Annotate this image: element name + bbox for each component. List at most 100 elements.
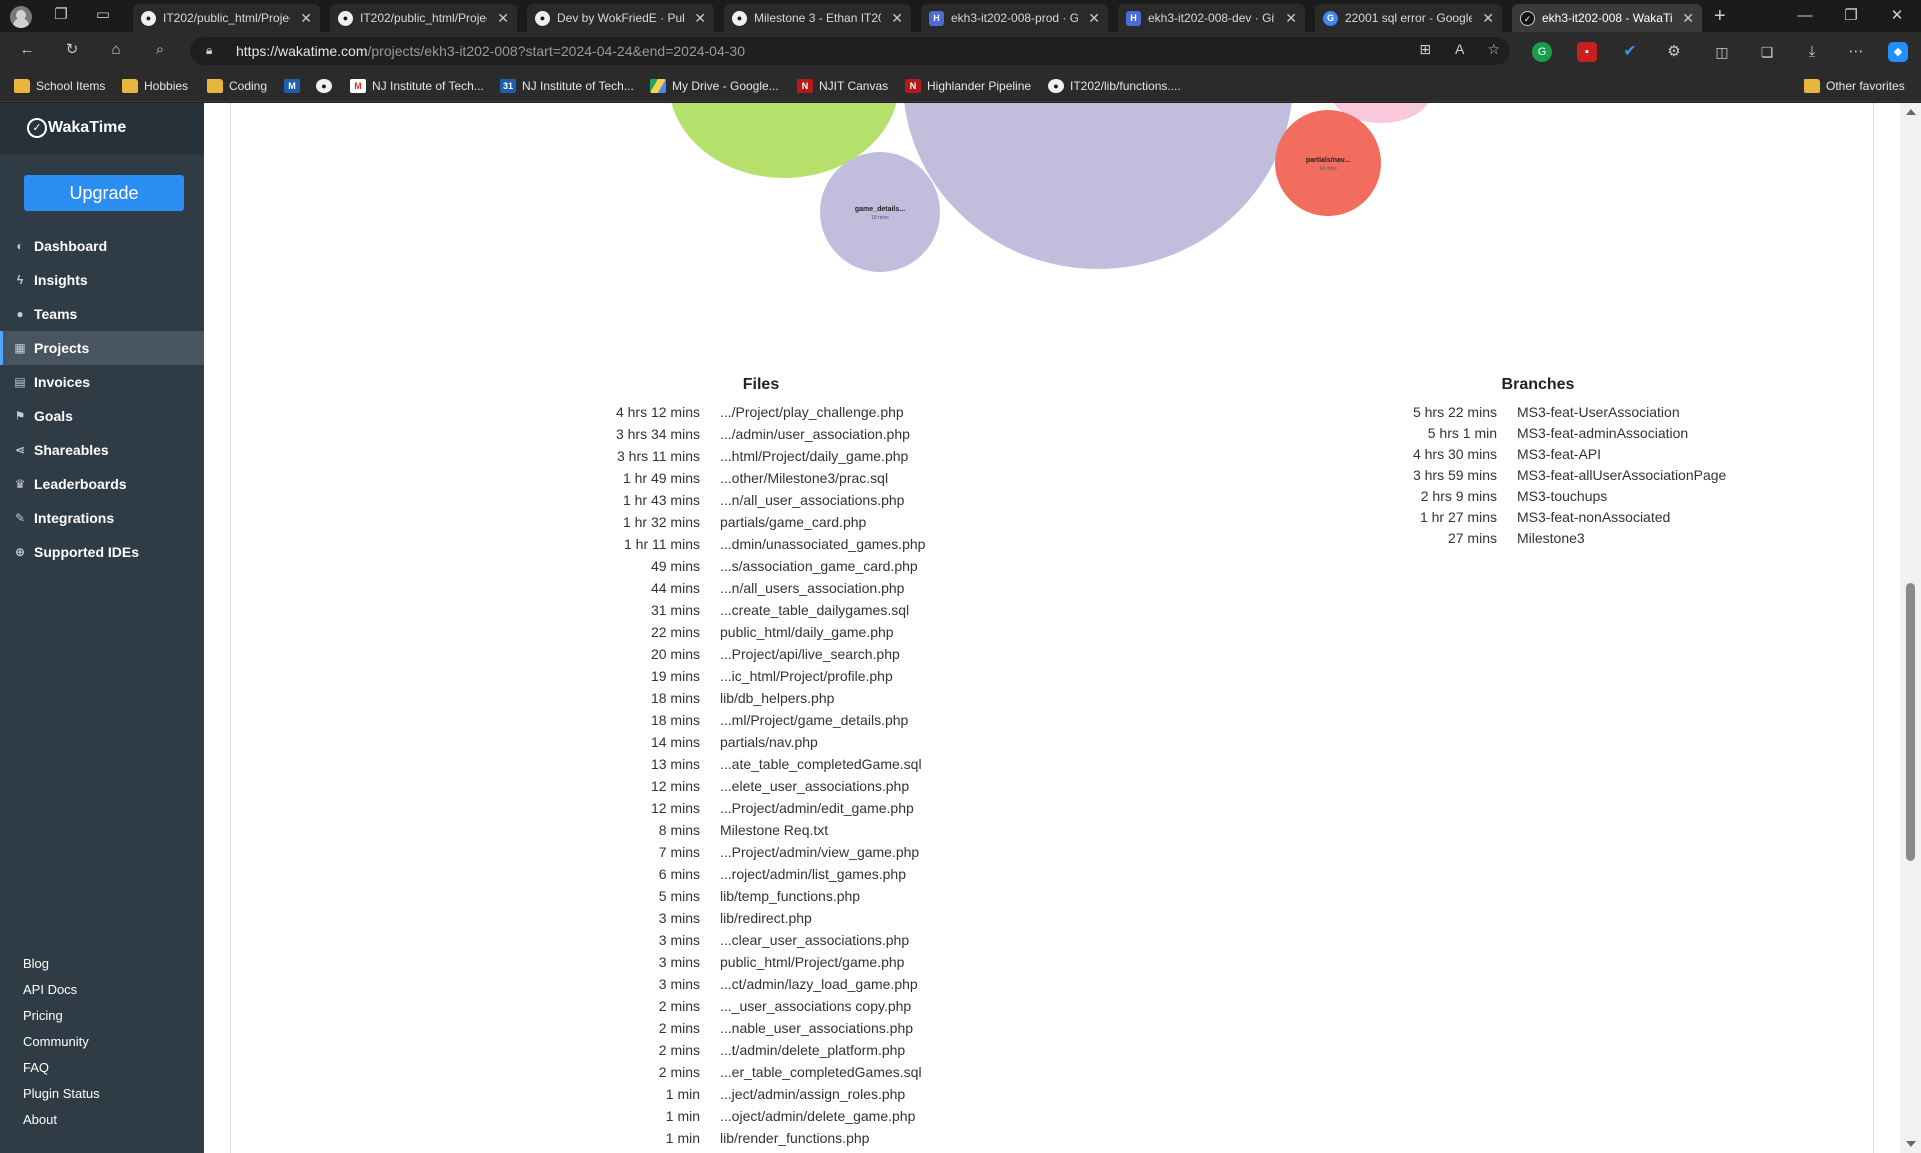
checkmark-extension-icon[interactable]: ✔: [1620, 42, 1640, 62]
scroll-down-icon[interactable]: [1906, 1141, 1916, 1147]
file-row-name[interactable]: public_html/Project/game.php: [720, 954, 904, 970]
file-row-name[interactable]: ...ate_table_completedGame.sql: [720, 756, 922, 772]
file-row-name[interactable]: ...nable_user_associations.php: [720, 1020, 913, 1036]
bookmark-school-items[interactable]: School Items: [14, 70, 105, 102]
sidebar-item-shareables[interactable]: ⋖ Shareables: [0, 433, 204, 467]
downloads-icon[interactable]: ⤓: [1802, 42, 1822, 62]
file-row-name[interactable]: ...oject/admin/delete_game.php: [720, 1108, 915, 1124]
file-row-name[interactable]: ...ml/Project/game_details.php: [720, 712, 908, 728]
file-row-name[interactable]: public_html/daily_game.php: [720, 624, 894, 640]
copilot-icon[interactable]: ◆: [1888, 42, 1908, 62]
file-row-name[interactable]: ...ject/admin/assign_roles.php: [720, 1086, 905, 1102]
footer-link-about[interactable]: About: [23, 1107, 100, 1133]
branch-row-name[interactable]: MS3-feat-API: [1517, 446, 1601, 462]
file-row-name[interactable]: Milestone Req.txt: [720, 822, 828, 838]
file-row-name[interactable]: ...dmin/unassociated_games.php: [720, 536, 925, 552]
file-row-name[interactable]: lib/redirect.php: [720, 910, 812, 926]
sidebar-item-dashboard[interactable]: ◐ Dashboard: [0, 229, 204, 263]
scrollbar-thumb[interactable]: [1906, 583, 1915, 861]
restore-icon[interactable]: ❐: [1836, 4, 1866, 28]
minimize-icon[interactable]: —: [1790, 4, 1820, 28]
grammarly-icon[interactable]: G: [1532, 42, 1552, 62]
branch-row-name[interactable]: MS3-feat-allUserAssociationPage: [1517, 467, 1726, 483]
footer-link-faq[interactable]: FAQ: [23, 1055, 100, 1081]
file-row-name[interactable]: ...t/admin/delete_platform.php: [720, 1042, 905, 1058]
favorite-star-icon[interactable]: ☆: [1487, 41, 1500, 57]
file-bubble-game-details[interactable]: game_details... 18 mins: [820, 152, 940, 272]
footer-link-api-docs[interactable]: API Docs: [23, 977, 100, 1003]
sidebar-item-goals[interactable]: ⚑ Goals: [0, 399, 204, 433]
split-screen-icon[interactable]: ◫: [1712, 42, 1732, 62]
sidebar-item-integrations[interactable]: ✎ Integrations: [0, 501, 204, 535]
tab-8-active[interactable]: ✓ ekh3-it202-008 - WakaTi ✕: [1512, 4, 1702, 32]
file-row-name[interactable]: ...other/Milestone3/prac.sql: [720, 470, 888, 486]
close-tab-icon[interactable]: ✕: [891, 4, 903, 32]
close-tab-icon[interactable]: ✕: [694, 4, 706, 32]
bookmark-njit-calendar[interactable]: 31 NJ Institute of Tech...: [500, 70, 634, 102]
branch-row-name[interactable]: Milestone3: [1517, 530, 1585, 546]
vertical-scrollbar[interactable]: [1900, 103, 1921, 1153]
file-row-name[interactable]: .../Project/play_challenge.php: [720, 404, 904, 420]
file-row-name[interactable]: ..._user_associations copy.php: [720, 998, 911, 1014]
file-row-name[interactable]: ...er_table_completedGames.sql: [720, 1064, 922, 1080]
close-tab-icon[interactable]: ✕: [1682, 4, 1694, 32]
file-bubble-partials-nav[interactable]: partials/nav... 14 mins: [1275, 110, 1381, 216]
sidebar-item-insights[interactable]: ϟ Insights: [0, 263, 204, 297]
file-row-name[interactable]: .../admin/user_association.php: [720, 426, 910, 442]
close-tab-icon[interactable]: ✕: [300, 4, 312, 32]
file-row-name[interactable]: ...n/all_users_association.php: [720, 580, 904, 596]
sidebar-item-teams[interactable]: ● Teams: [0, 297, 204, 331]
bookmark-other-favorites[interactable]: Other favorites: [1804, 70, 1905, 102]
new-tab-icon[interactable]: +: [1714, 4, 1726, 28]
tab-5[interactable]: H ekh3-it202-008-prod · G ✕: [921, 4, 1108, 32]
footer-link-community[interactable]: Community: [23, 1029, 100, 1055]
bookmark-coding[interactable]: Coding: [207, 70, 267, 102]
profile-avatar-icon[interactable]: [10, 6, 32, 28]
file-row-name[interactable]: ...create_table_dailygames.sql: [720, 602, 909, 618]
file-row-name[interactable]: lib/db_helpers.php: [720, 690, 834, 706]
file-row-name[interactable]: ...s/association_game_card.php: [720, 558, 918, 574]
close-tab-icon[interactable]: ✕: [1285, 4, 1297, 32]
bookmark-github[interactable]: ●: [316, 70, 338, 102]
file-row-name[interactable]: lib/temp_functions.php: [720, 888, 860, 904]
workspaces-icon[interactable]: ❐: [50, 5, 72, 27]
tab-3[interactable]: ● Dev by WokFriedE · Pull R ✕: [527, 4, 714, 32]
extensions-icon[interactable]: ⚙: [1664, 42, 1684, 62]
upgrade-button[interactable]: Upgrade: [24, 175, 184, 211]
branch-row-name[interactable]: MS3-feat-UserAssociation: [1517, 404, 1680, 420]
file-row-name[interactable]: ...Project/admin/edit_game.php: [720, 800, 914, 816]
tab-2[interactable]: ● IT202/public_html/Projec ✕: [330, 4, 517, 32]
tab-7[interactable]: G 22001 sql error - Google ✕: [1315, 4, 1502, 32]
url-text[interactable]: https://wakatime.com/projects/ekh3-it202…: [236, 37, 745, 65]
tab-6[interactable]: H ekh3-it202-008-dev · Git ✕: [1118, 4, 1305, 32]
window-close-icon[interactable]: ✕: [1882, 4, 1912, 28]
back-icon[interactable]: ←: [16, 40, 38, 62]
file-row-name[interactable]: partials/nav.php: [720, 734, 818, 750]
close-tab-icon[interactable]: ✕: [497, 4, 509, 32]
file-row-name[interactable]: lib/render_functions.php: [720, 1130, 869, 1146]
read-aloud-icon[interactable]: A: [1455, 41, 1464, 57]
close-tab-icon[interactable]: ✕: [1482, 4, 1494, 32]
branch-row-name[interactable]: MS3-touchups: [1517, 488, 1607, 504]
tab-4[interactable]: ● Milestone 3 - Ethan IT202 ✕: [724, 4, 911, 32]
file-row-name[interactable]: ...roject/admin/list_games.php: [720, 866, 906, 882]
file-row-name[interactable]: ...Project/api/live_search.php: [720, 646, 900, 662]
close-tab-icon[interactable]: ✕: [1088, 4, 1100, 32]
bookmark-highlander-pipeline[interactable]: N Highlander Pipeline: [905, 70, 1031, 102]
file-row-name[interactable]: ...ic_html/Project/profile.php: [720, 668, 893, 684]
file-row-name[interactable]: ...elete_user_associations.php: [720, 778, 909, 794]
file-row-name[interactable]: ...Project/admin/view_game.php: [720, 844, 919, 860]
branch-row-name[interactable]: MS3-feat-adminAssociation: [1517, 425, 1688, 441]
bookmark-njit-gmail[interactable]: M NJ Institute of Tech...: [350, 70, 484, 102]
footer-link-blog[interactable]: Blog: [23, 951, 100, 977]
sidebar-item-supported-ides[interactable]: ⊕ Supported IDEs: [0, 535, 204, 569]
bookmark-it202-functions[interactable]: ● IT202/lib/functions....: [1048, 70, 1181, 102]
sidebar-item-projects[interactable]: ▦ Projects: [0, 331, 204, 365]
file-row-name[interactable]: ...clear_user_associations.php: [720, 932, 909, 948]
footer-link-pricing[interactable]: Pricing: [23, 1003, 100, 1029]
footer-link-plugin-status[interactable]: Plugin Status: [23, 1081, 100, 1107]
file-row-name[interactable]: ...html/Project/daily_game.php: [720, 448, 908, 464]
bookmark-my-drive[interactable]: My Drive - Google...: [650, 70, 779, 102]
collections-icon[interactable]: ❏: [1757, 42, 1777, 62]
bookmark-hobbies[interactable]: Hobbies: [122, 70, 188, 102]
